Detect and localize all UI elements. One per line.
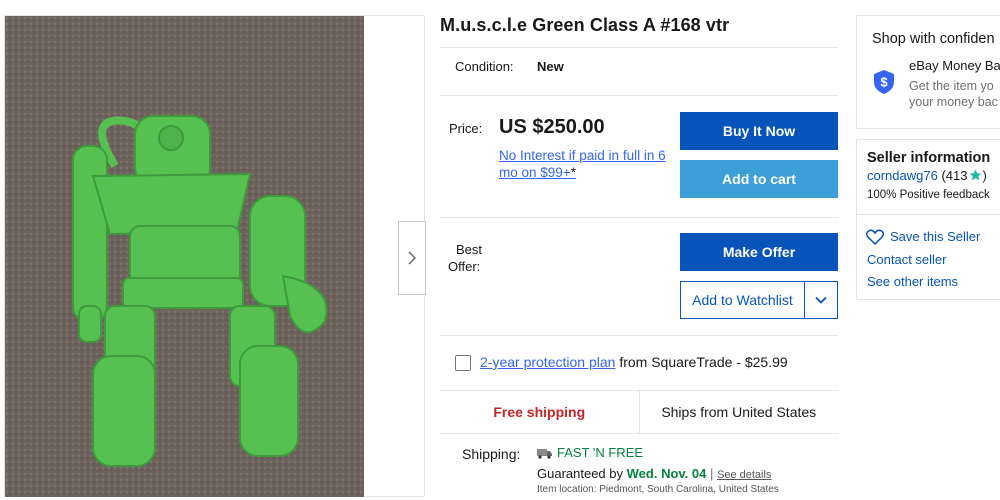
condition-label: Condition: (455, 59, 514, 74)
seller-feedback: 100% Positive feedback (867, 189, 990, 201)
best-offer-label-line1: Best (456, 242, 483, 257)
protection-plan-link[interactable]: 2-year protection plan (480, 354, 615, 370)
money-back-title: eBay Money Ba (909, 58, 1000, 73)
guaranteed-prefix: Guaranteed by (537, 466, 624, 481)
item-photo[interactable] (5, 16, 364, 497)
protection-plan-text: from SquareTrade - $25.99 (619, 354, 788, 370)
seller-score-close: ) (982, 168, 987, 183)
shipping-summary: Free shipping Ships from United States (440, 390, 838, 434)
chevron-down-icon (815, 296, 827, 304)
divider (440, 47, 838, 48)
divider (857, 214, 1000, 215)
price-value: US $250.00 (499, 116, 605, 138)
financing-asterisk: * (570, 165, 576, 180)
best-offer-label-line2: Offer: (448, 259, 481, 274)
fast-n-free-text: FAST 'N FREE (557, 445, 644, 460)
item-location: Item location: Piedmont, South Carolina,… (537, 484, 779, 495)
watchlist-dropdown-button[interactable] (804, 282, 837, 318)
financing-text[interactable]: No Interest if paid in full in 6 mo on $… (499, 148, 666, 180)
divider (440, 217, 838, 218)
make-offer-button[interactable]: Make Offer (680, 233, 838, 271)
price-label: Price: (449, 121, 483, 136)
shield-dollar-icon: $ (874, 70, 894, 94)
chevron-right-icon (408, 251, 417, 265)
item-photo-figure (5, 16, 364, 497)
divider (440, 335, 838, 336)
money-back-line1: Get the item yo (909, 79, 994, 93)
buy-it-now-button[interactable]: Buy It Now (680, 112, 838, 150)
shipping-label: Shipping: (462, 446, 521, 462)
money-back-line2: your money bac (909, 95, 998, 109)
contact-seller-link[interactable]: Contact seller (867, 252, 946, 267)
see-other-items-link[interactable]: See other items (867, 274, 958, 289)
ships-from-label: Ships from United States (661, 404, 817, 420)
free-shipping-label: Free shipping (440, 391, 640, 433)
item-title: M.u.s.c.l.e Green Class A #168 vtr (440, 15, 730, 35)
svg-text:$: $ (880, 75, 888, 90)
separator: | (709, 466, 714, 481)
next-image-button[interactable] (398, 221, 426, 295)
divider (440, 95, 838, 96)
heart-icon[interactable] (866, 229, 884, 245)
money-back-description: Get the item yo your money bac (909, 78, 998, 110)
protection-plan: 2-year protection plan from SquareTrade … (480, 354, 788, 370)
seller-identity: corndawg76 (413) (867, 168, 987, 183)
star-icon (970, 169, 982, 181)
delivery-guarantee: Guaranteed by Wed. Nov. 04 | See details (537, 466, 771, 481)
seller-info-title: Seller information (867, 150, 991, 166)
truck-icon (537, 448, 552, 459)
shop-confidence-title: Shop with confiden (872, 31, 995, 47)
condition-value: New (537, 59, 564, 74)
add-to-watchlist-button[interactable]: Add to Watchlist (681, 282, 804, 318)
watchlist-control: Add to Watchlist (680, 281, 838, 319)
image-gallery (4, 15, 426, 497)
financing-link[interactable]: No Interest if paid in full in 6 mo on $… (499, 147, 674, 181)
add-to-cart-button[interactable]: Add to cart (680, 160, 838, 198)
protection-plan-checkbox[interactable] (455, 355, 471, 371)
save-seller-link[interactable]: Save this Seller (890, 229, 980, 244)
seller-name-link[interactable]: corndawg76 (867, 168, 938, 183)
guaranteed-date: Wed. Nov. 04 (626, 466, 707, 481)
see-details-link[interactable]: See details (717, 469, 771, 481)
fast-n-free-badge: FAST 'N FREE (537, 445, 643, 460)
seller-score: (413 (941, 168, 968, 183)
